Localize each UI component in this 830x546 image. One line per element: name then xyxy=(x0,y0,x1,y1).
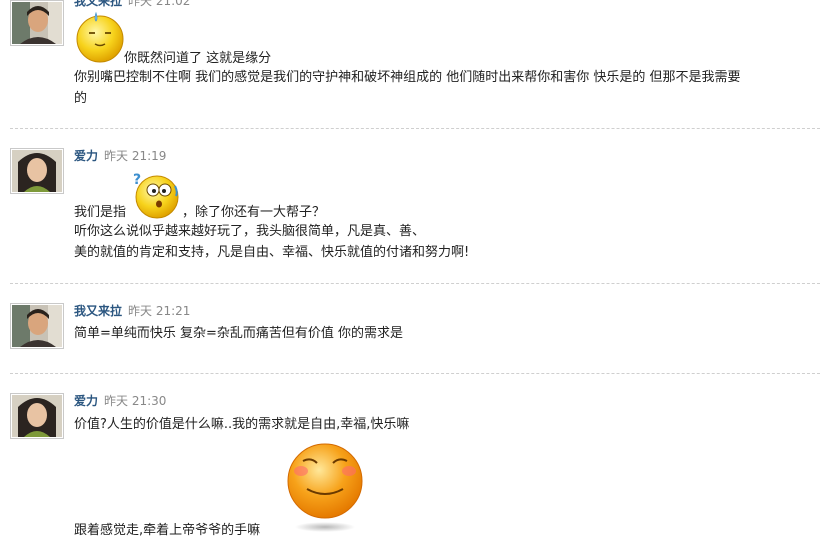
comment-divider xyxy=(10,128,820,129)
comment-line: 价值?人生的价值是什么嘛..我的需求就是自由,幸福,快乐嘛 xyxy=(74,417,410,432)
comment-divider xyxy=(10,283,820,284)
timestamp: 昨天 21:02 xyxy=(128,0,191,8)
comment-meta: 我又来拉 昨天 21:21 xyxy=(74,304,190,318)
author-name[interactable]: 爱力 xyxy=(74,149,98,163)
comment-line: 你别嘴巴控制不住啊 我们的感觉是我们的守护神和破坏神组成的 他们随时出来帮你和害… xyxy=(74,70,741,85)
sweat-smile-emoticon xyxy=(76,11,124,63)
comment-divider xyxy=(10,373,820,374)
comment-meta: 爱力 昨天 21:19 xyxy=(74,149,166,163)
comment-line: 我们是指 xyxy=(74,205,127,220)
avatar[interactable] xyxy=(10,393,64,439)
comment-line: ，除了你还有一大帮子？ xyxy=(182,205,326,220)
avatar[interactable] xyxy=(10,0,64,46)
svg-text:?: ? xyxy=(133,172,141,188)
timestamp: 昨天 21:21 xyxy=(128,304,191,318)
blushing-smile-emoticon xyxy=(287,443,363,532)
avatar[interactable] xyxy=(10,148,64,194)
timestamp: 昨天 21:30 xyxy=(104,394,167,408)
author-name[interactable]: 爱力 xyxy=(74,394,98,408)
avatar-man-photo xyxy=(12,2,62,44)
avatar-woman-photo xyxy=(12,395,62,437)
comment-line: 你既然问道了 这就是缘分 xyxy=(124,51,272,66)
comment-line: 听你这么说似乎越来越好玩了，我头脑很简单，凡是真、善、 xyxy=(74,224,426,239)
comment-line: 美的就值的肯定和支持，凡是自由、幸福、快乐就值的付诸和努力啊! xyxy=(74,245,470,260)
comment-line: 跟着感觉走,牵着上帝爷爷的手嘛 xyxy=(74,523,261,538)
avatar-man-photo xyxy=(12,305,62,347)
comment-meta: 爱力 昨天 21:30 xyxy=(74,394,166,408)
comment-line: 简单=单纯而快乐 复杂=杂乱而痛苦但有价值 你的需求是 xyxy=(74,326,404,341)
avatar[interactable] xyxy=(10,303,64,349)
author-name[interactable]: 我又来拉 xyxy=(74,304,122,318)
timestamp: 昨天 21:19 xyxy=(104,149,167,163)
confused-emoticon: ? xyxy=(133,172,179,219)
avatar-woman-photo xyxy=(12,150,62,192)
author-name[interactable]: 我又来拉 xyxy=(74,0,122,8)
comment-meta: 我又来拉 昨天 21:02 xyxy=(74,0,190,8)
comment-line: 的 xyxy=(74,91,88,106)
